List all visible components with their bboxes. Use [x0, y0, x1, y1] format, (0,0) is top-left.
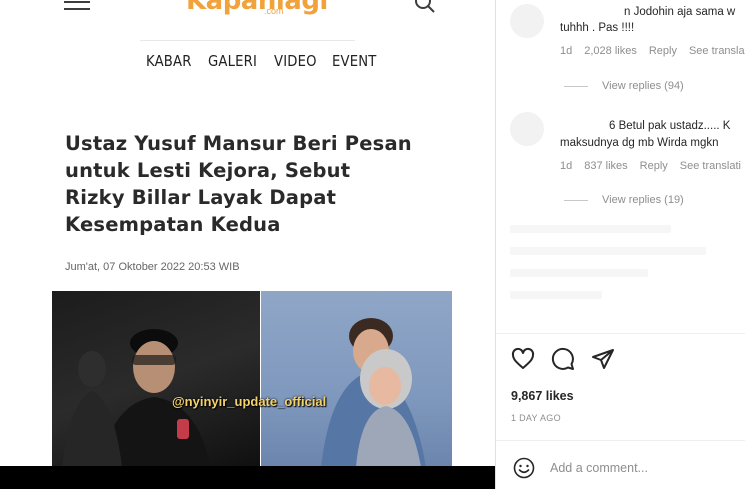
article-panel: Kapanlagi .com KABAR GALERI VIDEO EVENT … — [0, 0, 495, 489]
view-replies-button[interactable]: View replies (19) — [602, 194, 684, 206]
site-logo[interactable]: Kapanlagi — [186, 0, 328, 16]
comment-text-continued: maksudnya dg mb Wirda mgkn — [560, 137, 719, 149]
hamburger-menu-icon[interactable] — [64, 0, 90, 10]
comment-likes[interactable]: 2,028 likes — [584, 45, 637, 57]
avatar[interactable] — [510, 4, 544, 38]
nav-item-event[interactable]: EVENT — [332, 52, 377, 70]
nav-item-kabar[interactable]: KABAR — [146, 52, 192, 70]
reply-line — [564, 200, 588, 201]
comment-text: 6 Betul pak ustadz..... K — [609, 120, 731, 132]
site-logo-domain: .com — [264, 6, 284, 16]
view-replies-button[interactable]: View replies (94) — [602, 80, 684, 92]
letterbox-bar — [0, 466, 495, 489]
emoji-smile-icon[interactable] — [513, 457, 535, 479]
reply-button[interactable]: Reply — [640, 160, 668, 172]
see-translation-link[interactable]: See transla — [689, 45, 745, 57]
category-nav: KABAR GALERI VIDEO EVENT — [146, 52, 383, 70]
nav-divider — [140, 40, 355, 41]
reply-button[interactable]: Reply — [649, 45, 677, 57]
search-icon[interactable] — [414, 0, 436, 13]
comment-bubble-icon[interactable] — [551, 347, 575, 371]
actions-divider — [496, 333, 745, 334]
faded-comment-placeholder — [510, 225, 740, 315]
reply-line — [564, 86, 588, 87]
likes-count[interactable]: 9,867 likes — [511, 389, 574, 403]
comment-time: 1d — [560, 45, 573, 57]
comment-time: 1d — [560, 160, 573, 172]
comment-input[interactable] — [550, 459, 730, 477]
post-timestamp: 1 DAY AGO — [511, 413, 561, 423]
photo-right-panel — [261, 291, 452, 467]
paper-plane-icon[interactable] — [591, 347, 615, 371]
article-headline: Ustaz Yusuf Mansur Beri Pesan untuk Lest… — [65, 132, 412, 236]
heart-icon[interactable] — [511, 347, 535, 371]
comment-likes[interactable]: 837 likes — [584, 160, 627, 172]
photo-left-panel — [52, 291, 260, 467]
comments-panel: n Jodohin aja sama w tuhhh . Pas !!!! 1d… — [495, 0, 745, 489]
nav-item-galeri[interactable]: GALERI — [208, 52, 257, 70]
post-actions — [511, 347, 615, 371]
comment-text-continued: tuhhh . Pas !!!! — [560, 22, 635, 34]
article-date: Jum'at, 07 Oktober 2022 20:53 WIB — [65, 261, 240, 273]
see-translation-link[interactable]: See translati — [680, 160, 741, 172]
article-photo: @nyinyir_update_official — [52, 291, 452, 467]
input-divider — [496, 440, 745, 441]
avatar[interactable] — [510, 112, 544, 146]
comment-text: n Jodohin aja sama w — [624, 6, 736, 18]
photo-watermark: @nyinyir_update_official — [172, 394, 327, 409]
nav-item-video[interactable]: VIDEO — [274, 52, 317, 70]
comment-meta: 1d 837 likes Reply See translati — [560, 160, 741, 172]
comment-meta: 1d 2,028 likes Reply See transla — [560, 45, 745, 57]
